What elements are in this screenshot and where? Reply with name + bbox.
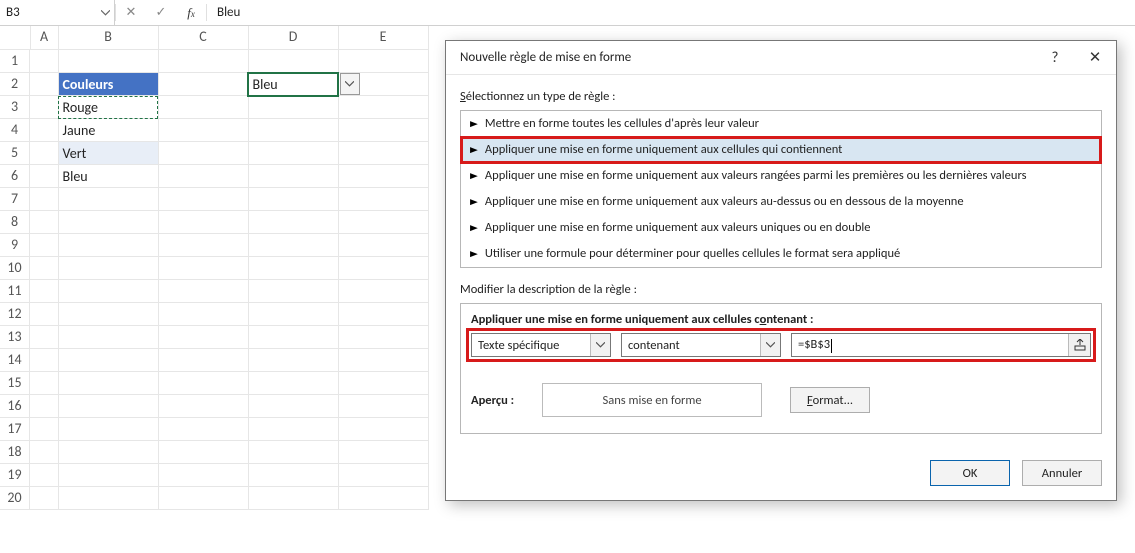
new-formatting-rule-dialog: Nouvelle règle de mise en forme ? ✕ Séle… [445,40,1117,501]
row-header[interactable]: 11 [0,280,30,303]
cell-value: Bleu [253,76,278,93]
rule-type-item[interactable]: ►Appliquer une mise en forme uniquement … [461,189,1101,215]
criteria-row: Texte spécifique contenant =$B$3 [471,333,1091,357]
row-header[interactable]: 20 [0,487,30,510]
grid[interactable]: A B C D E 1 2 Couleurs Bleu 3 Rouge 4 [0,26,429,510]
rule-description-box: Appliquer une mise en forme uniquement a… [460,303,1102,434]
col-header[interactable]: E [338,26,428,49]
rule-type-item[interactable]: ►Appliquer une mise en forme uniquement … [461,137,1101,163]
criteria-value-input[interactable]: =$B$3 [791,333,1091,357]
fx-icon[interactable]: fx [176,0,206,25]
col-header[interactable]: C [158,26,248,49]
col-header[interactable]: B [58,26,158,49]
chevron-down-icon[interactable] [590,334,610,356]
select-all-corner[interactable] [0,26,30,49]
cell[interactable]: Bleu [58,165,158,188]
edit-rule-description-label: Modifier la description de la règle : [460,282,1102,297]
row-header[interactable]: 6 [0,165,30,188]
row-header[interactable]: 1 [0,50,30,73]
dropdown-icon[interactable] [340,73,360,95]
row-header[interactable]: 18 [0,441,30,464]
rule-type-item[interactable]: ►Appliquer une mise en forme uniquement … [461,215,1101,241]
help-icon[interactable]: ? [1042,49,1068,67]
dialog-titlebar[interactable]: Nouvelle règle de mise en forme ? ✕ [446,41,1116,75]
row-header[interactable]: 14 [0,349,30,372]
preview-box: Sans mise en forme [542,383,762,417]
combo-value: Texte spécifique [478,338,559,353]
row-header[interactable]: 17 [0,418,30,441]
col-header[interactable]: A [30,26,58,49]
rule-type-item[interactable]: ►Utiliser une formule pour déterminer po… [461,241,1101,267]
format-cells-containing-label: Appliquer une mise en forme uniquement a… [471,312,1091,327]
formula-input[interactable]: Bleu [207,0,1135,25]
dialog-title: Nouvelle règle de mise en forme [460,50,631,65]
cell[interactable]: Couleurs [58,73,158,96]
chevron-down-icon[interactable] [760,334,780,356]
row-header[interactable]: 7 [0,188,30,211]
row-header[interactable]: 8 [0,211,30,234]
row-header[interactable]: 12 [0,303,30,326]
col-header[interactable]: D [248,26,338,49]
confirm-edit-icon[interactable]: ✓ [146,0,176,25]
cell-validation[interactable]: Bleu [248,73,338,96]
row-header[interactable]: 5 [0,142,30,165]
select-rule-type-label: Sélectionnez un type de règle : [460,89,1102,104]
preview-label: Aperçu : [471,393,514,408]
row-header[interactable]: 19 [0,464,30,487]
rule-type-item[interactable]: ►Appliquer une mise en forme uniquement … [461,163,1101,189]
name-box-value: B3 [6,5,20,20]
criteria-operator-combo[interactable]: contenant [621,333,781,357]
row-header[interactable]: 4 [0,119,30,142]
format-button[interactable]: Format... [790,387,870,413]
row-header[interactable]: 16 [0,395,30,418]
cell[interactable]: Rouge [58,96,158,119]
row-header[interactable]: 3 [0,96,30,119]
row-header[interactable]: 15 [0,372,30,395]
formula-text: Bleu [217,5,240,20]
preview-text: Sans mise en forme [603,393,702,408]
rule-type-list[interactable]: ►Mettre en forme toutes les cellules d'a… [460,110,1102,268]
cell[interactable]: Jaune [58,119,158,142]
cell[interactable]: Vert [58,142,158,165]
formula-bar: B3 ✕ ✓ fx Bleu [0,0,1135,26]
criteria-type-combo[interactable]: Texte spécifique [471,333,611,357]
row-header[interactable]: 13 [0,326,30,349]
row-header[interactable]: 2 [0,73,30,96]
row-header[interactable]: 9 [0,234,30,257]
input-value: =$B$3 [798,337,832,352]
combo-value: contenant [628,338,680,353]
name-box[interactable]: B3 [0,0,115,25]
name-box-dropdown-icon[interactable] [96,0,114,25]
ok-button[interactable]: OK [930,460,1010,486]
cancel-edit-icon[interactable]: ✕ [116,0,146,25]
rule-type-item[interactable]: ►Mettre en forme toutes les cellules d'a… [461,111,1101,137]
cancel-button[interactable]: Annuler [1022,460,1102,486]
collapse-dialog-icon[interactable] [1068,334,1090,356]
close-icon[interactable]: ✕ [1082,48,1108,67]
row-header[interactable]: 10 [0,257,30,280]
